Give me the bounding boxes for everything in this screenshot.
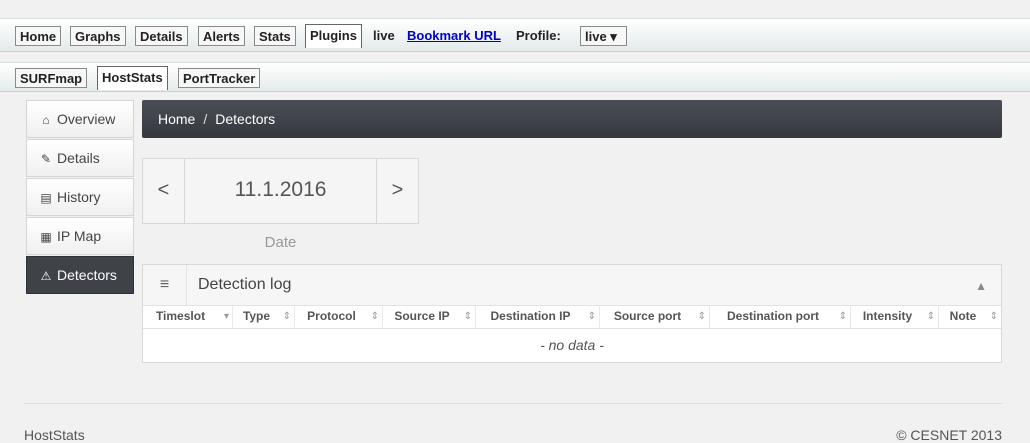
table-header: Timeslot ▾ Type ⇕ Protocol ⇕ Source IP ⇕ Des… xyxy=(143,306,1001,329)
sort-icon: ⇕ xyxy=(838,311,847,322)
sidebar-item-overview[interactable]: ⌂ Overview xyxy=(26,100,134,138)
footer-copyright: © CESNET 2013 xyxy=(896,427,1002,443)
sidebar-item-label: History xyxy=(57,189,101,205)
sidebar-item-history[interactable]: ▤ History xyxy=(26,178,134,216)
date-value: 11.1.2016 xyxy=(234,178,327,201)
sort-icon: ⇕ xyxy=(989,311,998,322)
panel-title: Detection log xyxy=(198,276,292,293)
column-label: Source IP xyxy=(394,309,450,323)
date-picker: < 11.1.2016 > xyxy=(142,158,419,224)
sidebar-item-label: Overview xyxy=(57,111,116,127)
column-header-timeslot[interactable]: Timeslot ▾ xyxy=(143,306,233,328)
sidebar-item-details[interactable]: ✎ Details xyxy=(26,139,134,177)
breadcrumb-current: Detectors xyxy=(215,111,276,127)
breadcrumb: Home / Detectors xyxy=(142,100,1002,138)
sidebar-item-label: Details xyxy=(57,150,100,166)
bookmark-url-link[interactable]: Bookmark URL xyxy=(407,26,501,46)
footer-app-name: HostStats xyxy=(24,427,85,443)
column-label: Intensity xyxy=(862,309,913,323)
list-icon: ▤ xyxy=(40,191,52,205)
collapse-chevron-up-icon[interactable]: ▲ xyxy=(975,265,987,307)
column-label: Destination port xyxy=(727,309,819,323)
home-icon: ⌂ xyxy=(42,113,50,127)
column-header-source-ip[interactable]: Source IP ⇕ xyxy=(383,306,476,328)
live-label: live xyxy=(373,28,395,43)
sort-icon: ⇕ xyxy=(282,311,291,322)
menu-icon: ≡ xyxy=(143,265,187,305)
edit-icon: ✎ xyxy=(40,152,52,166)
column-label: Source port xyxy=(613,309,682,323)
sort-icon: ⇕ xyxy=(697,311,706,322)
column-label: Protocol xyxy=(307,309,356,323)
sort-icon: ⇕ xyxy=(370,311,379,322)
column-header-source-port[interactable]: Source port ⇕ xyxy=(600,306,710,328)
column-header-protocol[interactable]: Protocol ⇕ xyxy=(295,306,383,328)
profile-select[interactable]: live ▾ xyxy=(580,26,627,46)
tab-details[interactable]: Details xyxy=(135,26,188,46)
column-label: Note xyxy=(949,309,977,323)
breadcrumb-separator: / xyxy=(203,111,208,127)
sort-desc-icon: ▾ xyxy=(223,311,229,322)
date-label: Date xyxy=(264,234,297,251)
column-label: Type xyxy=(242,309,271,323)
sort-icon: ⇕ xyxy=(587,311,596,322)
sidebar-item-label: IP Map xyxy=(57,228,102,244)
column-label: Destination IP xyxy=(490,309,571,323)
tab-home[interactable]: Home xyxy=(15,26,62,46)
sidebar-item-ip-map[interactable]: ▦ IP Map xyxy=(26,217,134,255)
column-header-type[interactable]: Type ⇕ xyxy=(233,306,295,328)
breadcrumb-home[interactable]: Home xyxy=(158,111,195,127)
profile-label: Profile: xyxy=(516,28,561,43)
tab-surfmap[interactable]: SURFmap xyxy=(15,68,88,88)
column-header-destination-ip[interactable]: Destination IP ⇕ xyxy=(476,306,600,328)
empty-table-message: - no data - xyxy=(540,337,604,353)
tab-graphs[interactable]: Graphs xyxy=(70,26,126,46)
column-label: Timeslot xyxy=(155,309,206,323)
footer-divider xyxy=(24,403,1002,404)
tab-porttracker[interactable]: PortTracker xyxy=(178,68,261,88)
detection-log-panel: ≡ Detection log ▲ Timeslot ▾ Type ⇕ Protoc… xyxy=(142,264,1002,363)
tab-alerts[interactable]: Alerts xyxy=(198,26,245,46)
column-header-destination-port[interactable]: Destination port ⇕ xyxy=(710,306,851,328)
sidebar-item-detectors[interactable]: ⚠ Detectors xyxy=(26,256,134,294)
previous-date-button[interactable]: < xyxy=(143,159,185,223)
next-date-button[interactable]: > xyxy=(376,159,418,223)
plugin-tab-bar: SURFmap HostStats PortTracker xyxy=(0,62,1030,92)
column-header-note[interactable]: Note ⇕ xyxy=(939,306,1001,328)
sidebar-item-label: Detectors xyxy=(57,267,117,283)
tab-hoststats[interactable]: HostStats xyxy=(97,66,168,90)
column-header-intensity[interactable]: Intensity ⇕ xyxy=(851,306,939,328)
grid-icon: ▦ xyxy=(40,230,52,244)
panel-header: ≡ Detection log ▲ xyxy=(143,265,1001,306)
warning-icon: ⚠ xyxy=(40,269,52,283)
tab-plugins[interactable]: Plugins xyxy=(305,24,362,48)
sort-icon: ⇕ xyxy=(926,311,935,322)
sort-icon: ⇕ xyxy=(463,311,472,322)
main-nav-bar: Home Graphs Details Alerts Stats Plugins… xyxy=(0,18,1030,52)
tab-stats[interactable]: Stats xyxy=(254,26,296,46)
